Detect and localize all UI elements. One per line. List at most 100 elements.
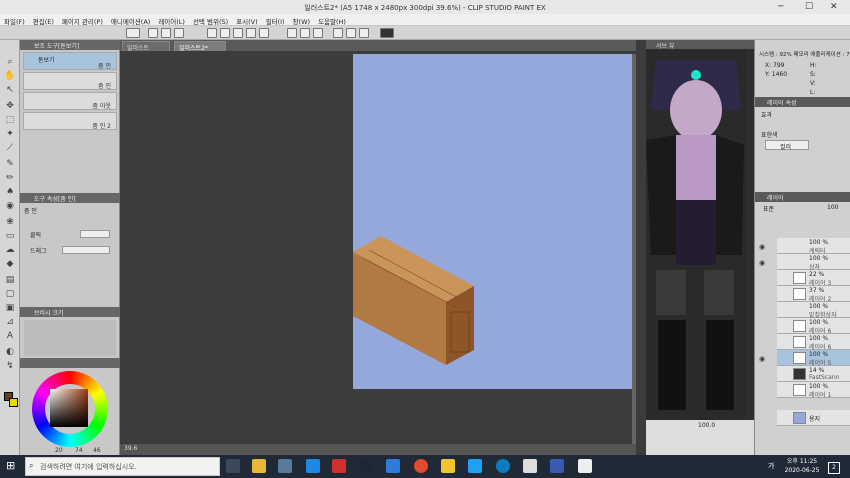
operation-tool-icon[interactable]: ↖ <box>4 84 16 96</box>
notification-icon[interactable]: 2 <box>828 462 840 474</box>
figure-icon[interactable]: ▢ <box>4 288 16 300</box>
airbrush-icon[interactable]: ◉ <box>4 200 16 212</box>
layer-thumbnail <box>793 272 806 284</box>
blend-icon[interactable]: ☁ <box>4 244 16 256</box>
deselect-icon[interactable] <box>300 28 310 38</box>
layer-row[interactable]: ◉ 100 % 상자 <box>759 254 850 271</box>
subtool-item-zoom-in[interactable]: 줌 인 <box>23 72 117 90</box>
clip-studio-icon[interactable] <box>523 459 537 473</box>
layer-row[interactable]: 37 % 레이어 2 <box>777 286 850 303</box>
clip-studio-paint-icon[interactable] <box>578 459 592 473</box>
layer-opacity: 14 % <box>809 367 825 374</box>
layer-row[interactable]: 100 % 레이어 6 <box>777 318 850 335</box>
layer-row-selected[interactable]: ◉ 100 % 레이어 5 <box>759 350 850 367</box>
layer-thumbnail <box>793 368 806 380</box>
mail-icon[interactable] <box>386 459 400 473</box>
app2-icon[interactable] <box>550 459 564 473</box>
canvas-horizontal-scrollbar[interactable]: 39.6 <box>120 444 636 455</box>
ruler-icon[interactable] <box>333 28 343 38</box>
layer-row[interactable]: 22 % 레이어 3 <box>777 270 850 287</box>
ruler-tool-icon[interactable]: ⊿ <box>4 316 16 328</box>
eyedropper-icon[interactable]: ⟋ <box>4 142 16 154</box>
canvas-paper[interactable] <box>353 54 632 389</box>
search-icon: ⌕ <box>29 461 34 470</box>
open-file-icon[interactable] <box>161 28 171 38</box>
brush-size-grid[interactable] <box>24 320 116 356</box>
eye-icon[interactable]: ◉ <box>759 243 765 251</box>
taskbar-clock[interactable]: 오후 11:25 2020-06-25 <box>782 457 822 477</box>
snap-icon[interactable] <box>346 28 356 38</box>
clear-icon[interactable] <box>233 28 243 38</box>
opacity-value[interactable]: 100 <box>827 204 838 211</box>
kakaotalk-icon[interactable] <box>441 459 455 473</box>
layer-row[interactable]: 100 % 레이어 1 <box>777 382 850 399</box>
eraser-icon[interactable]: ▭ <box>4 230 16 242</box>
close-button[interactable]: ✕ <box>830 2 838 12</box>
text-tool-icon[interactable]: A <box>4 330 16 342</box>
zoom-tool-icon[interactable]: ⌕ <box>4 56 16 68</box>
blend-mode-select[interactable]: 표준 <box>763 204 774 213</box>
edge-chromium-icon[interactable] <box>496 459 510 473</box>
pen-tool-icon[interactable]: ✎ <box>4 158 16 170</box>
frame-icon[interactable]: ▣ <box>4 302 16 314</box>
redo-icon[interactable] <box>220 28 230 38</box>
ime-indicator[interactable]: 가 <box>768 461 774 471</box>
taskbar-search[interactable]: ⌕ 검색하려면 여기에 입력하십시오. <box>25 457 220 476</box>
eye-icon[interactable]: ◉ <box>759 355 765 363</box>
transform-icon[interactable] <box>246 28 256 38</box>
layer-row[interactable]: 100 % 레이어 6 <box>777 334 850 351</box>
twitter-icon[interactable] <box>468 459 482 473</box>
select-icon[interactable] <box>287 28 297 38</box>
auto-select-icon[interactable]: ✦ <box>4 128 16 140</box>
layer-row[interactable]: ◉ 100 % 캐릭터 <box>759 238 850 255</box>
fill-icon[interactable] <box>259 28 269 38</box>
decoration-icon[interactable]: ❀ <box>4 216 16 228</box>
subtool-item-zoom-out[interactable]: 줌 아웃 <box>23 92 117 110</box>
clip-studio-icon[interactable] <box>126 28 140 38</box>
new-file-icon[interactable] <box>148 28 158 38</box>
file-explorer-icon[interactable] <box>252 459 266 473</box>
gradient-icon[interactable]: ▤ <box>4 274 16 286</box>
fill-tool-icon[interactable]: ◆ <box>4 258 16 270</box>
layer-row[interactable]: 14 % FastScann <box>777 366 850 382</box>
subview-controls[interactable]: 100.0 <box>646 420 754 455</box>
layer-opacity: 100 % <box>809 239 829 246</box>
task-view-icon[interactable] <box>226 459 240 473</box>
windows-start-icon[interactable]: ⊞ <box>6 460 18 472</box>
subtool-item-zoom-in-2[interactable]: 줌 인 2 <box>23 112 117 130</box>
expression-color-select[interactable]: 컬러 <box>765 140 809 151</box>
subtool-item-zoom[interactable]: 돋보기 줌 인 <box>23 52 117 70</box>
tab-illust[interactable]: 일러스트 <box>122 41 170 52</box>
app-icon[interactable] <box>332 459 346 473</box>
invert-icon[interactable] <box>313 28 323 38</box>
sub-color-swatch[interactable] <box>9 398 18 407</box>
steam-icon[interactable] <box>358 459 372 473</box>
saturation-value-square[interactable] <box>50 389 88 427</box>
drag-option-control[interactable] <box>62 246 110 254</box>
minimize-button[interactable]: ─ <box>778 2 783 12</box>
save-icon[interactable] <box>174 28 184 38</box>
layer-move-icon[interactable]: ✥ <box>4 100 16 112</box>
edge-icon[interactable] <box>306 459 320 473</box>
pencil-tool-icon[interactable]: ✏ <box>4 172 16 184</box>
grid-icon[interactable] <box>359 28 369 38</box>
layer-row-paper[interactable]: 용지 <box>777 410 850 426</box>
click-option-control[interactable] <box>80 230 110 238</box>
correct-line-icon[interactable]: ↯ <box>4 360 16 372</box>
chrome-icon[interactable] <box>414 459 428 473</box>
move-tool-icon[interactable]: ✋ <box>4 70 16 82</box>
cursor-y: Y: 1460 <box>765 71 788 78</box>
layer-row[interactable]: 100 % 밑칠함상자 <box>777 302 850 319</box>
subview-tab[interactable]: 서브 뷰 <box>646 40 754 50</box>
tab-illust2[interactable]: 일러스트2* <box>174 41 226 52</box>
help-icon[interactable] <box>380 28 394 38</box>
brush-tool-icon[interactable]: ♠ <box>4 186 16 198</box>
subtool-group-label: 돋보기 <box>38 57 55 64</box>
selection-tool-icon[interactable]: ⬚ <box>4 114 16 126</box>
maximize-button[interactable]: ☐ <box>805 2 813 12</box>
canvas-vertical-scrollbar[interactable] <box>632 54 636 444</box>
store-icon[interactable] <box>278 459 292 473</box>
undo-icon[interactable] <box>207 28 217 38</box>
balloon-icon[interactable]: ◐ <box>4 346 16 358</box>
eye-icon[interactable]: ◉ <box>759 259 765 267</box>
